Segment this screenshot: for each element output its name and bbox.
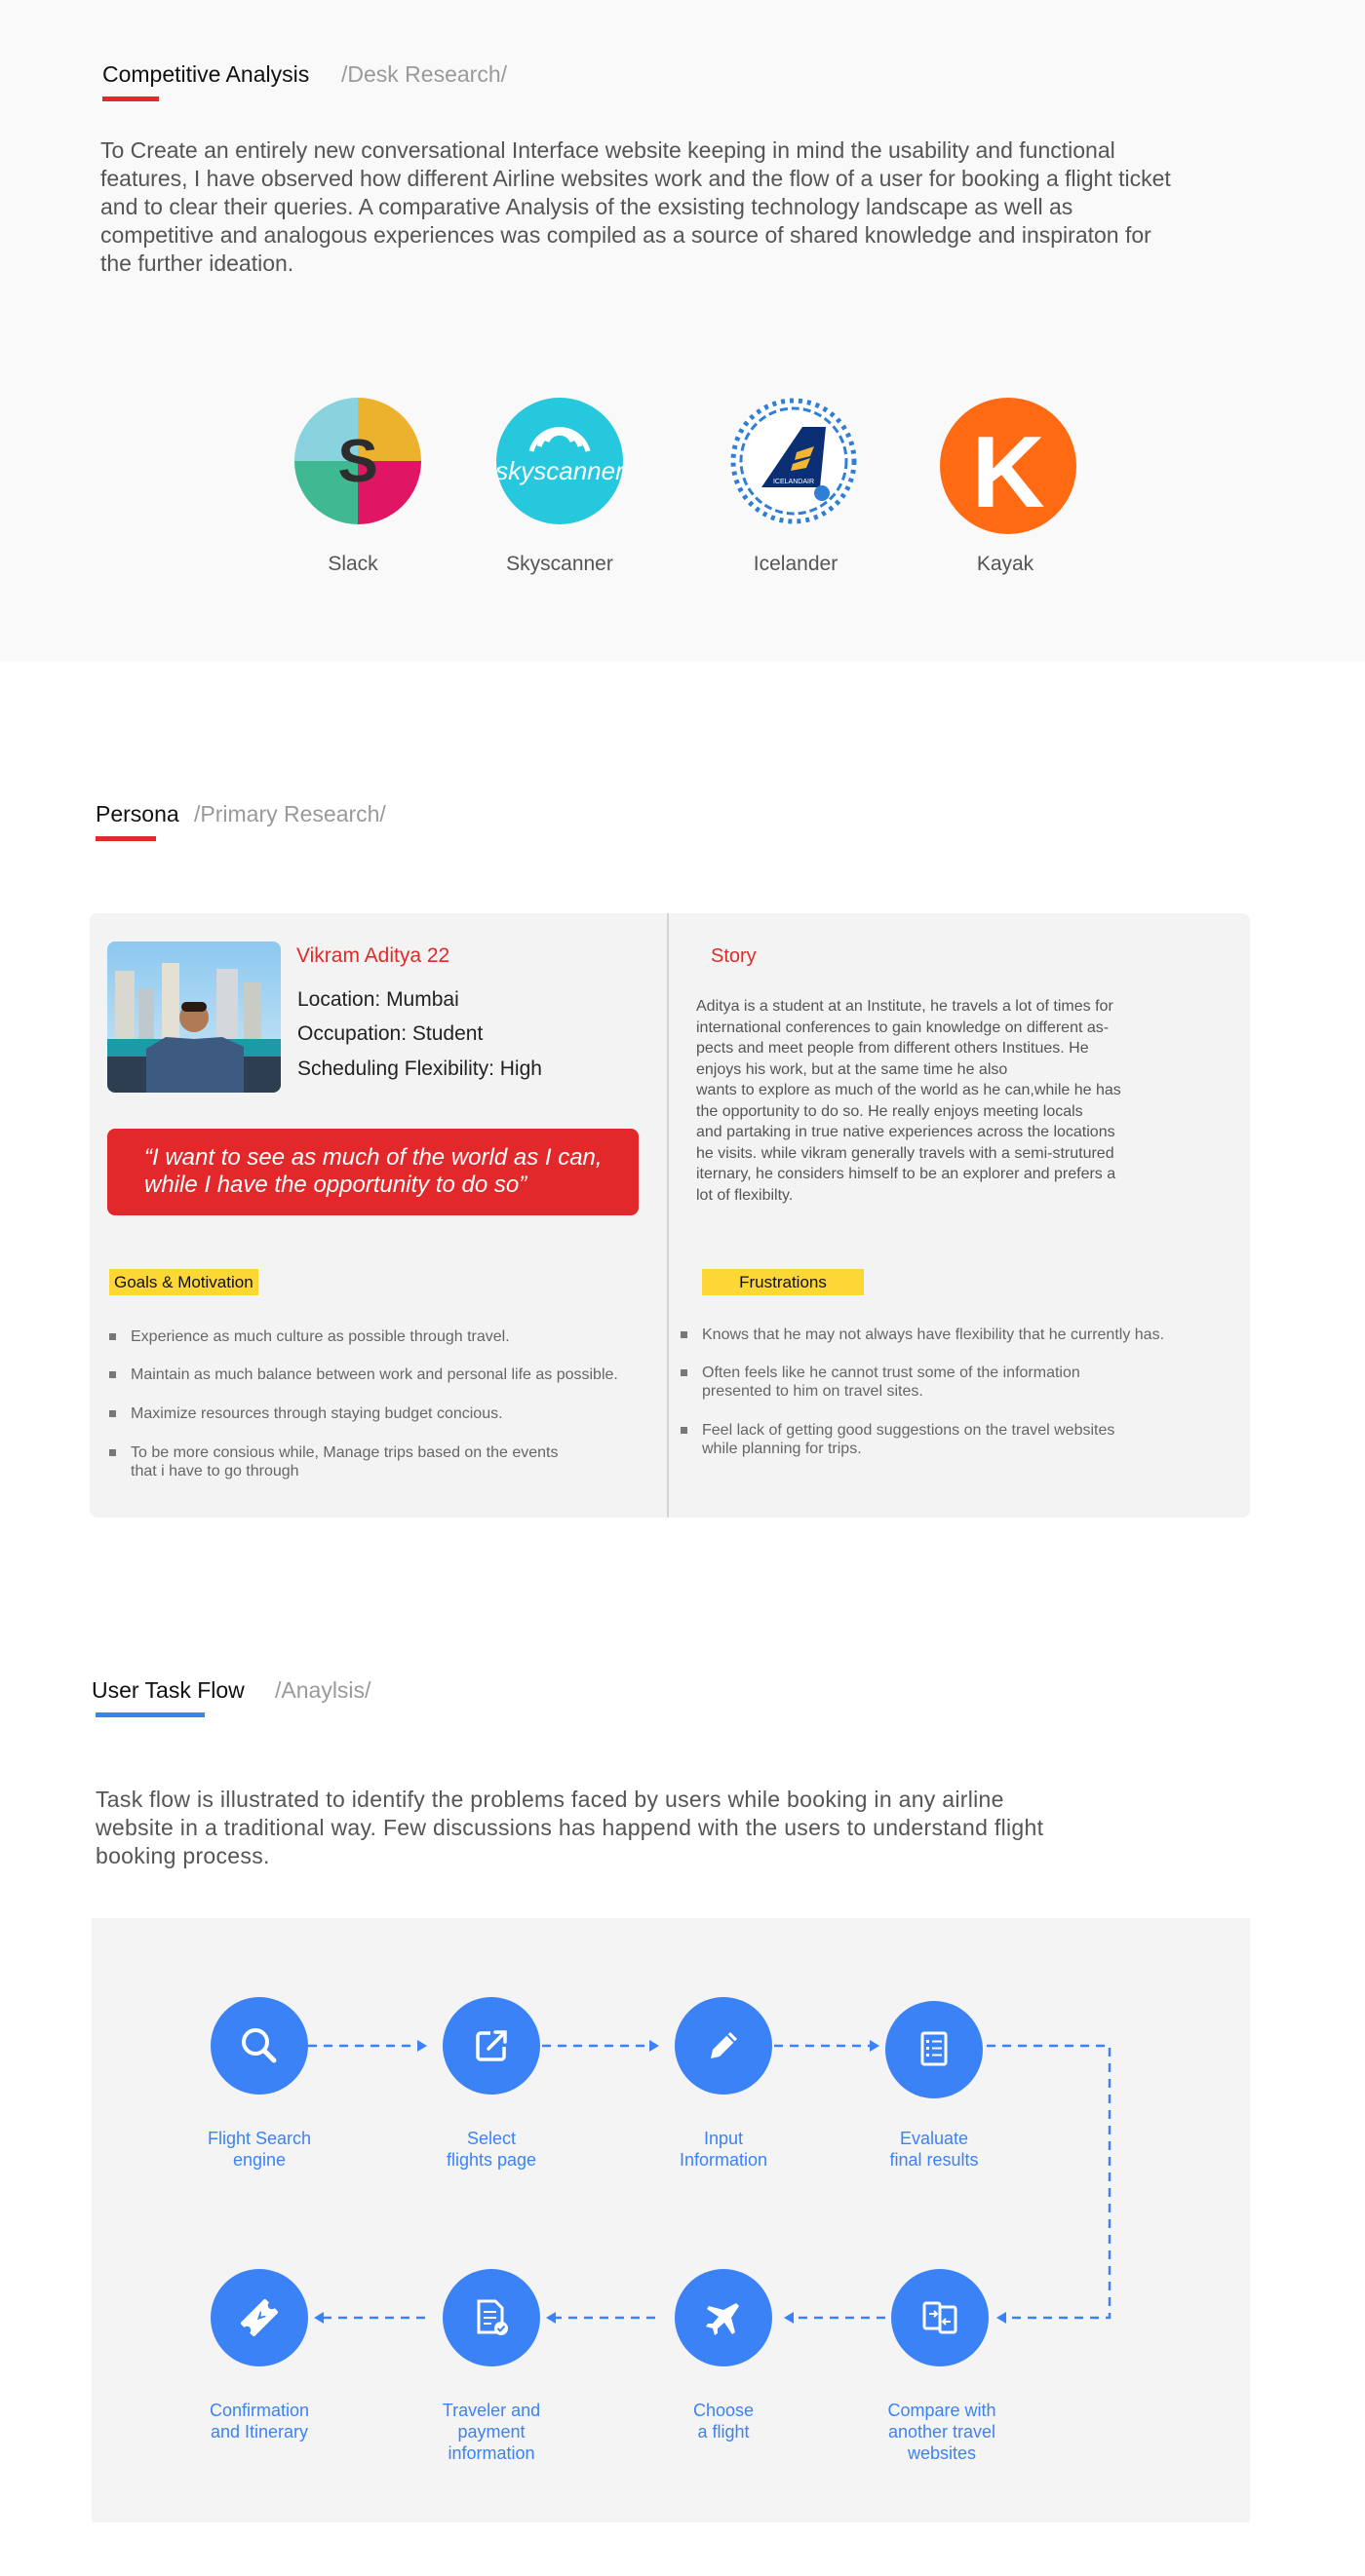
flow-step-label: Confirmation and Itinerary [209,2401,310,2441]
flow-step-label: Choose a flight [692,2401,755,2441]
flow-step-label: Select flights page [446,2129,537,2170]
document-check-icon [477,2299,508,2335]
flow-step-label: Evaluate final results [889,2129,979,2170]
compare-icon [922,2301,957,2334]
flow-step-confirmation [211,2269,308,2366]
flow-step-evaluate [885,2001,983,2098]
flow-connectors [308,2040,1112,2324]
flow-step-traveler [443,2269,540,2366]
flow-step-label: Traveler and payment information [442,2401,541,2463]
external-link-icon [476,2030,507,2061]
search-icon [242,2028,277,2063]
flow-step-compare [891,2269,989,2366]
flow-step-label: Compare with another travel websites [887,2401,996,2463]
flow-step-label: Input Information [679,2129,768,2170]
document-list-icon [920,2031,948,2066]
ticket-icon [241,2299,278,2336]
pencil-icon [711,2032,737,2058]
flow-step-select [443,1997,540,2095]
flow-step-label: Flight Search engine [207,2129,312,2170]
airplane-icon [706,2303,739,2335]
flow-step-search [211,1997,308,2095]
flow-step-input [675,1997,772,2095]
flow-step-choose [675,2269,772,2366]
